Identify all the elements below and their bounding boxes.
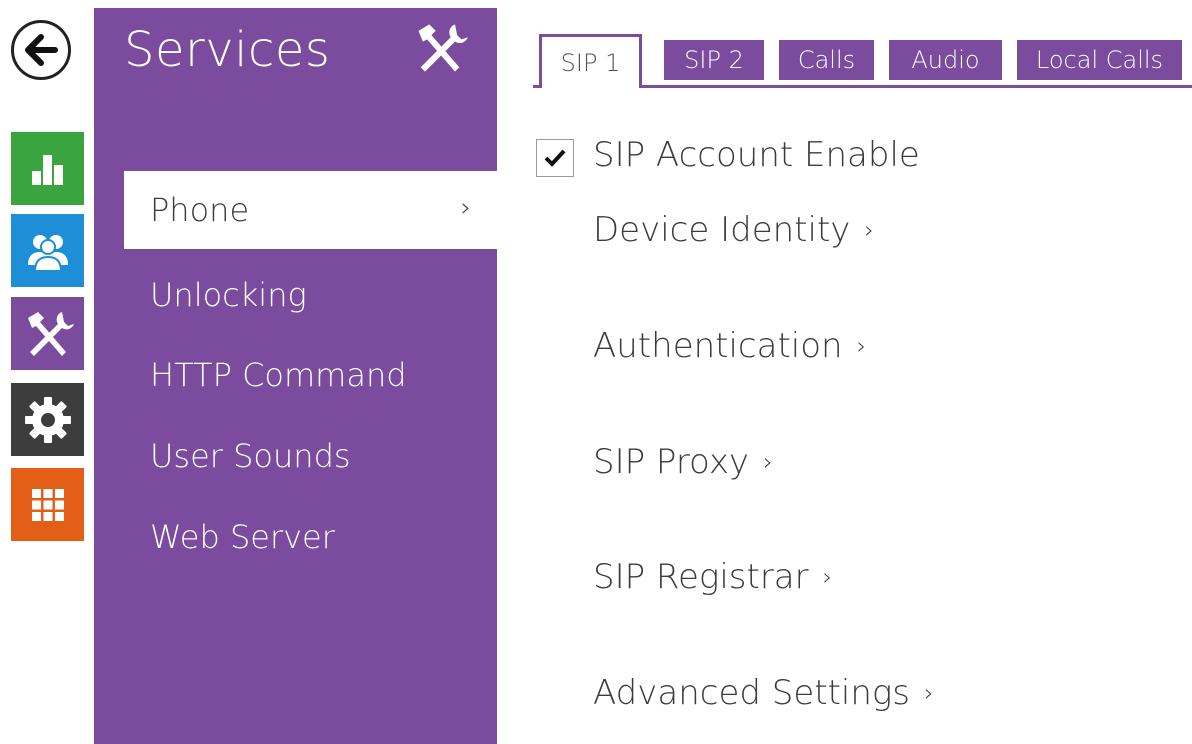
menu-item-web-server[interactable]: Web Server [124,498,497,576]
menu-item-label: User Sounds [150,437,351,475]
menu-item-phone[interactable]: Phone › [124,171,497,249]
rail-status[interactable] [11,132,84,205]
rail-hardware[interactable] [11,383,84,456]
section-authentication[interactable]: Authentication › [593,326,866,366]
checkmark-icon [544,149,566,167]
section-label: Advanced Settings [593,673,911,713]
section-sip-proxy[interactable]: SIP Proxy › [593,442,773,482]
tab-local-calls[interactable]: Local Calls [1017,40,1182,80]
chevron-right-icon: › [924,679,934,707]
grid-icon [31,488,64,521]
tab-audio[interactable]: Audio [889,40,1002,80]
rail-system[interactable] [11,468,84,541]
chevron-right-icon: › [460,193,471,223]
sip-account-enable-checkbox[interactable] [536,139,574,177]
section-label: SIP Proxy [593,442,750,482]
back-button[interactable] [11,20,71,80]
rail-directory[interactable] [11,214,84,287]
services-panel: Services Phone › Unlocking HTTP Command … [94,8,497,744]
tab-sip-2[interactable]: SIP 2 [664,40,764,80]
rail-services[interactable] [11,297,84,370]
panel-title: Services [124,22,331,78]
chevron-right-icon: › [822,563,833,591]
users-icon [27,234,68,272]
checkbox-label: SIP Account Enable [593,135,920,175]
menu-item-label: Phone [150,191,250,229]
menu-item-http-command[interactable]: HTTP Command [124,336,497,414]
menu-item-label: HTTP Command [150,356,407,394]
section-sip-registrar[interactable]: SIP Registrar › [593,557,832,597]
gear-icon [24,396,71,443]
menu-item-user-sounds[interactable]: User Sounds [124,417,497,495]
tab-calls[interactable]: Calls [779,40,874,80]
tab-sip-1[interactable]: SIP 1 [539,34,642,88]
tools-icon [418,24,468,72]
bar-chart-icon [31,154,63,185]
arrow-left-icon [25,34,58,66]
section-label: SIP Registrar [593,557,809,597]
sip-account-enable-label: SIP Account Enable [593,135,920,175]
section-device-identity[interactable]: Device Identity › [593,210,874,250]
chevron-right-icon: › [856,332,867,360]
tools-icon [27,311,74,356]
chevron-right-icon: › [763,448,773,476]
section-label: Device Identity [593,210,851,250]
section-advanced-settings[interactable]: Advanced Settings › [593,673,934,713]
chevron-right-icon: › [864,216,874,244]
section-label: Authentication [593,326,843,366]
menu-item-label: Unlocking [150,276,307,314]
menu-item-label: Web Server [150,518,335,556]
menu-item-unlocking[interactable]: Unlocking [124,256,497,334]
